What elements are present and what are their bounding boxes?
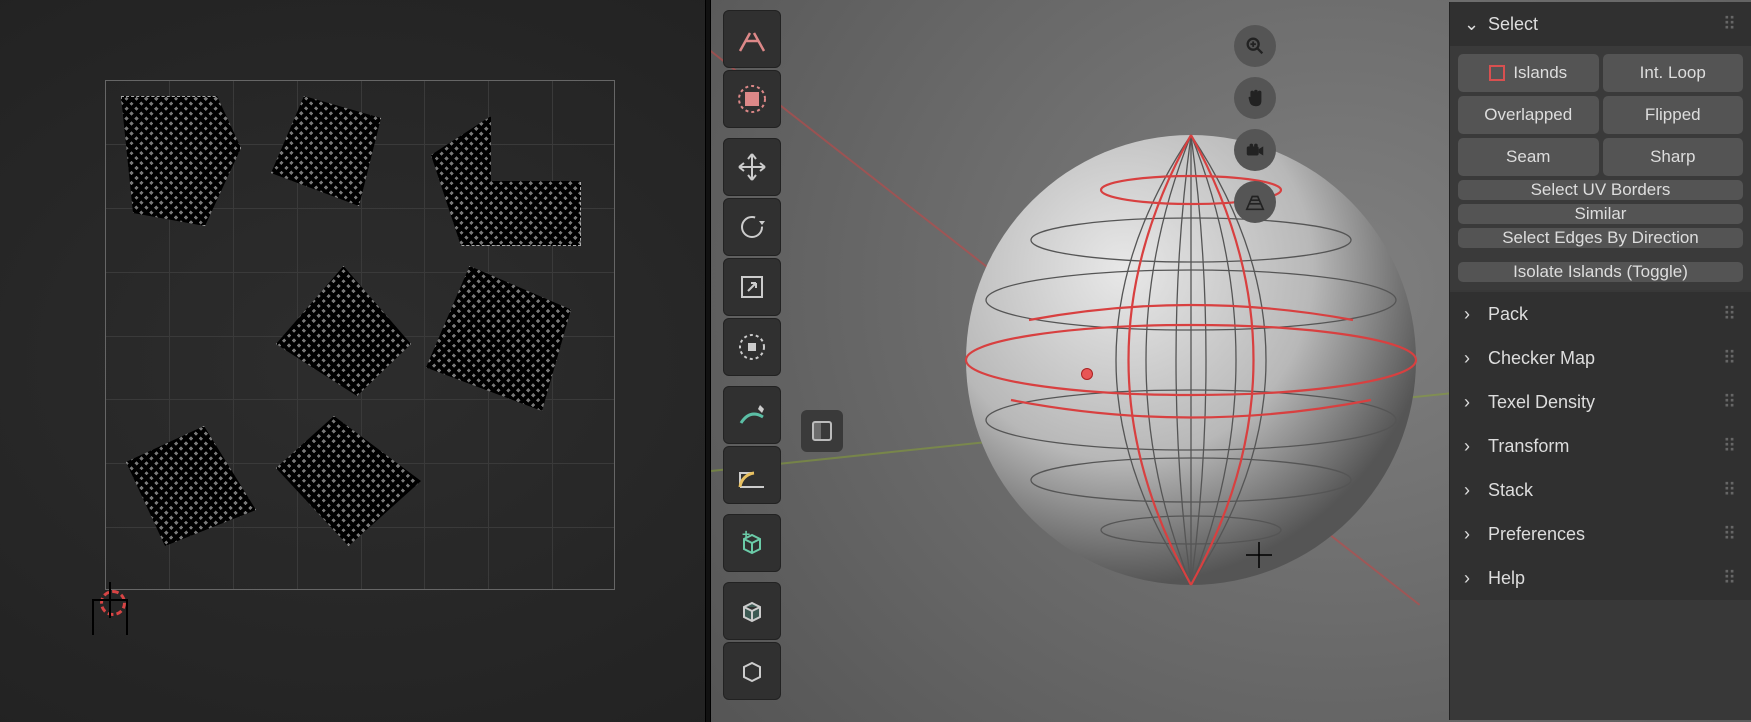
select-sharp-button[interactable]: Sharp [1603,138,1744,176]
islands-icon [1489,65,1505,81]
uv-canvas[interactable] [105,80,615,590]
tool-rotate[interactable] [723,198,781,256]
select-edges-by-direction-button[interactable]: Select Edges By Direction [1458,228,1743,248]
grip-icon[interactable]: ⠿ [1723,480,1737,501]
chevron-right-icon: › [1464,480,1478,501]
grip-icon[interactable]: ⠿ [1723,392,1737,413]
select-islands-button[interactable]: Islands [1458,54,1599,92]
chevron-down-icon: ⌄ [1464,14,1478,35]
tool-bevel[interactable] [723,642,781,700]
grip-icon[interactable]: ⠿ [1723,348,1737,369]
uv-island[interactable] [126,426,256,546]
tool-select-box[interactable] [723,70,781,128]
3d-viewport[interactable]: + ⌄ Select ⠿ [711,0,1751,722]
tool-move[interactable] [723,138,781,196]
panel-texel-density-header[interactable]: › Texel Density ⠿ [1450,380,1751,424]
chevron-right-icon: › [1464,524,1478,545]
panel-title: Texel Density [1488,392,1595,413]
chevron-right-icon: › [1464,568,1478,589]
perspective-gizmo[interactable] [1234,181,1276,223]
uv-cursor-icon [90,580,130,620]
grip-icon[interactable]: ⠿ [1723,14,1737,35]
viewport-toolbar: + [723,10,781,700]
select-uv-borders-button[interactable]: Select UV Borders [1458,180,1743,200]
zoom-gizmo[interactable] [1234,25,1276,67]
tool-extrude[interactable] [723,582,781,640]
panel-title: Stack [1488,480,1533,501]
grip-icon[interactable]: ⠿ [1723,436,1737,457]
3d-cursor-icon [1246,542,1272,574]
chevron-right-icon: › [1464,304,1478,325]
svg-text:+: + [742,527,750,542]
isolate-islands-button[interactable]: Isolate Islands (Toggle) [1458,262,1743,282]
tool-add-cube[interactable]: + [723,514,781,572]
select-similar-button[interactable]: Similar [1458,204,1743,224]
panel-title: Help [1488,568,1525,589]
panel-title: Checker Map [1488,348,1595,369]
object-origin-icon [1081,368,1093,380]
panel-transform-header[interactable]: › Transform ⠿ [1450,424,1751,468]
toolshelf-toggle[interactable] [801,410,843,452]
panel-preferences-header[interactable]: › Preferences ⠿ [1450,512,1751,556]
panel-stack-header[interactable]: › Stack ⠿ [1450,468,1751,512]
uv-editor[interactable] [0,0,705,722]
chevron-right-icon: › [1464,348,1478,369]
panel-checker-map-header[interactable]: › Checker Map ⠿ [1450,336,1751,380]
panel-title: Preferences [1488,524,1585,545]
tool-measure[interactable] [723,446,781,504]
tool-transform[interactable] [723,318,781,376]
panel-pack-header[interactable]: › Pack ⠿ [1450,292,1751,336]
tool-scale[interactable] [723,258,781,316]
grip-icon[interactable]: ⠿ [1723,524,1737,545]
chevron-right-icon: › [1464,392,1478,413]
tool-annotate[interactable] [723,386,781,444]
grip-icon[interactable]: ⠿ [1723,568,1737,589]
panel-title: Transform [1488,436,1569,457]
select-int-loop-button[interactable]: Int. Loop [1603,54,1744,92]
panel-title: Select [1488,14,1538,35]
uv-island[interactable] [426,266,571,411]
panel-select-header[interactable]: ⌄ Select ⠿ [1450,2,1751,46]
chevron-right-icon: › [1464,436,1478,457]
tool-tweak[interactable] [723,10,781,68]
select-flipped-button[interactable]: Flipped [1603,96,1744,134]
select-seam-button[interactable]: Seam [1458,138,1599,176]
panel-select: ⌄ Select ⠿ Islands Int. Loop Overlapped … [1450,2,1751,290]
uv-island[interactable] [271,96,381,206]
side-panel: ⌄ Select ⠿ Islands Int. Loop Overlapped … [1449,2,1751,720]
grip-icon[interactable]: ⠿ [1723,304,1737,325]
camera-gizmo[interactable] [1234,129,1276,171]
select-overlapped-button[interactable]: Overlapped [1458,96,1599,134]
uv-island[interactable] [431,116,581,246]
panel-help-header[interactable]: › Help ⠿ [1450,556,1751,600]
sphere-mesh[interactable] [961,130,1421,590]
viewport-gizmo-rail [1234,25,1276,223]
pan-gizmo[interactable] [1234,77,1276,119]
panel-title: Pack [1488,304,1528,325]
uv-island[interactable] [121,96,241,226]
